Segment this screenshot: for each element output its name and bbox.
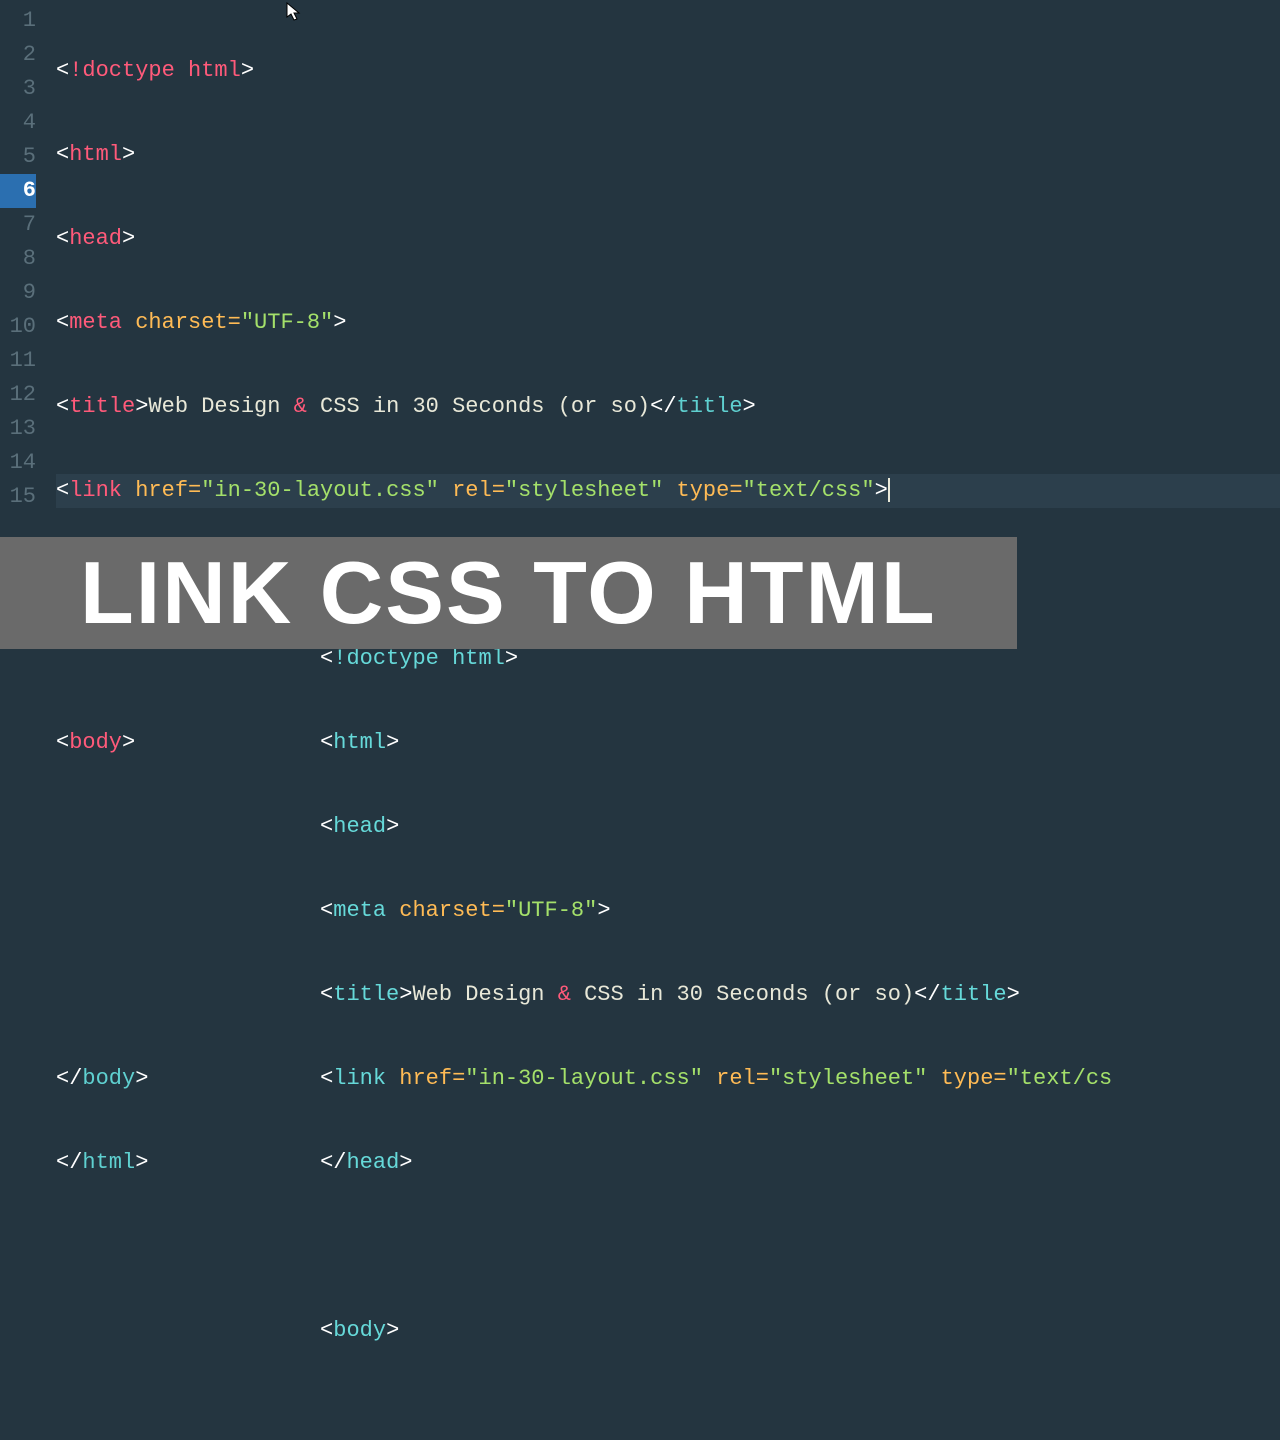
line-number: 4 (0, 106, 36, 140)
code-line[interactable]: <meta charset="UTF-8"> (56, 894, 1280, 928)
code-line[interactable]: <html> (56, 138, 1280, 172)
line-number: 10 (0, 310, 36, 344)
code-line-active[interactable]: <link href="in-30-layout.css" rel="style… (56, 474, 1280, 508)
line-number: 3 (0, 72, 36, 106)
line-number: 7 (0, 208, 36, 242)
line-number: 9 (0, 276, 36, 310)
code-line[interactable]: <meta charset="UTF-8"> (56, 306, 1280, 340)
banner-text: LINK CSS TO HTML (80, 542, 937, 644)
title-banner: LINK CSS TO HTML (0, 537, 1017, 649)
text-cursor (888, 478, 890, 502)
code-line[interactable]: <head> (56, 810, 1280, 844)
line-number: 15 (0, 480, 36, 514)
line-number: 5 (0, 140, 36, 174)
code-line[interactable]: <title>Web Design & CSS in 30 Seconds (o… (56, 978, 1280, 1012)
code-line[interactable] (56, 1230, 1280, 1264)
line-number: 12 (0, 378, 36, 412)
code-line[interactable]: <body> (56, 1314, 1280, 1348)
line-number: 11 (0, 344, 36, 378)
line-number: 13 (0, 412, 36, 446)
code-line[interactable]: <title>Web Design & CSS in 30 Seconds (o… (56, 390, 1280, 424)
code-line[interactable]: <body> <html> (56, 726, 1280, 760)
line-number: 1 (0, 4, 36, 38)
code-line[interactable]: <!doctype html> (56, 54, 1280, 88)
code-line[interactable] (56, 1398, 1280, 1432)
code-line[interactable]: </html> </head> (56, 1146, 1280, 1180)
code-line[interactable]: </body> <link href="in-30-layout.css" re… (56, 1062, 1280, 1096)
line-number: 8 (0, 242, 36, 276)
line-number: 2 (0, 38, 36, 72)
line-number: 14 (0, 446, 36, 480)
code-line[interactable]: <head> (56, 222, 1280, 256)
line-number-active: 6 (0, 174, 36, 208)
